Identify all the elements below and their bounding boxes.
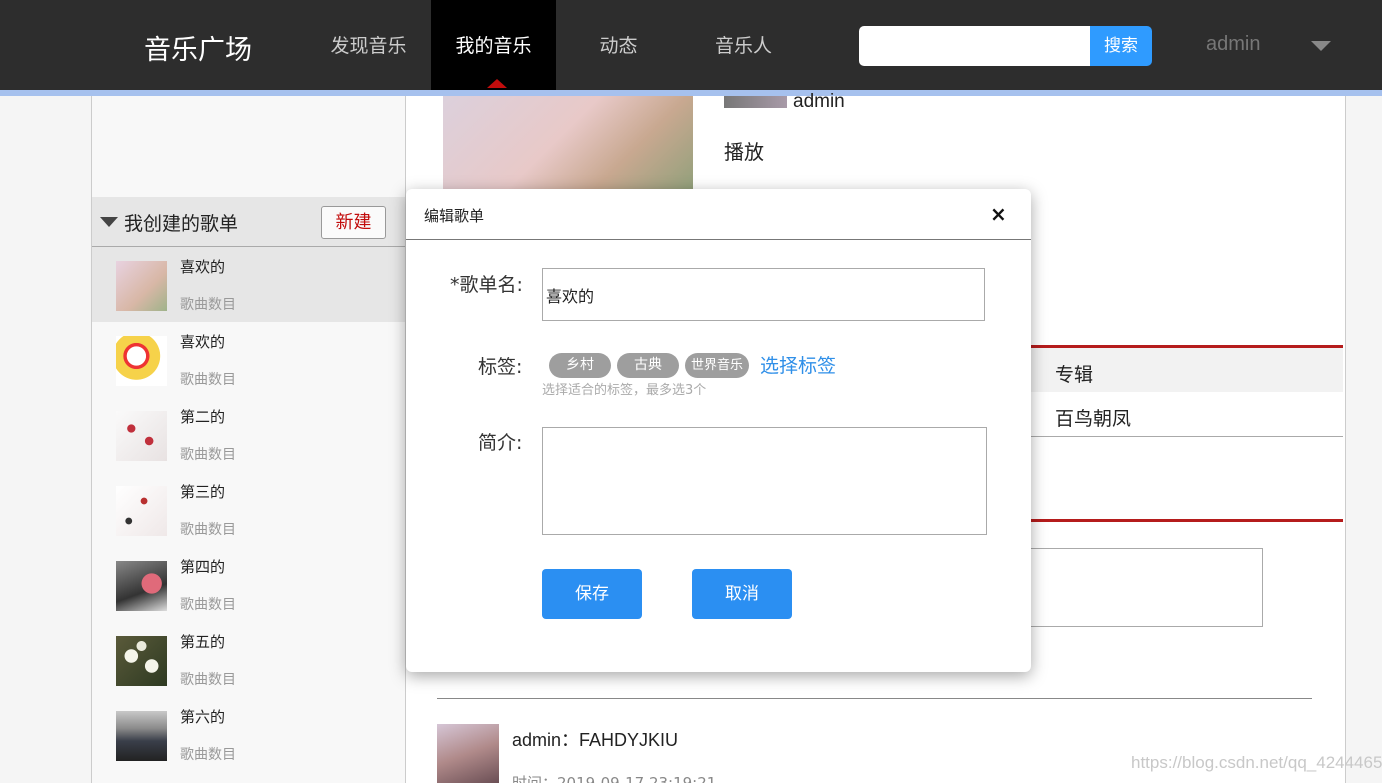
- playlist-name: 第三的: [180, 483, 226, 501]
- cancel-button[interactable]: 取消: [692, 569, 792, 619]
- my-playlists-header[interactable]: 我创建的歌单 新建: [92, 197, 405, 247]
- comment-input[interactable]: [1030, 548, 1263, 627]
- playlist-name: 第五的: [180, 633, 226, 651]
- save-button[interactable]: 保存: [542, 569, 642, 619]
- playlist-cover-large: [443, 96, 693, 196]
- playlist-item[interactable]: 喜欢的 歌曲数目: [92, 322, 405, 397]
- playlist-cover: [116, 561, 167, 611]
- intro-textarea[interactable]: [542, 427, 987, 535]
- comment-text: admin：FAHDYJKIU: [512, 730, 679, 750]
- playlist-item[interactable]: 第三的 歌曲数目: [92, 472, 405, 547]
- playlist-item[interactable]: 第六的 歌曲数目: [92, 697, 405, 772]
- divider: [1030, 436, 1343, 437]
- playlist-count: 歌曲数目: [180, 372, 236, 388]
- tag-chip[interactable]: 世界音乐: [685, 353, 749, 378]
- watermark: https://blog.csdn.net/qq_42444651: [1131, 753, 1382, 772]
- playlist-name-label: *歌单名:: [450, 274, 523, 296]
- caret-down-icon[interactable]: [100, 217, 118, 227]
- playlist-cover: [116, 261, 167, 311]
- playlist-count: 歌曲数目: [180, 672, 236, 688]
- playlist-name: 喜欢的: [180, 258, 226, 276]
- nav-my-music[interactable]: 我的音乐: [431, 0, 556, 90]
- playlist-count: 歌曲数目: [180, 747, 236, 763]
- album-column-header: 专辑: [1055, 364, 1094, 386]
- playlist-item[interactable]: 喜欢的 歌曲数目: [92, 247, 405, 322]
- top-nav-bar: 音乐广场 发现音乐 我的音乐 动态 音乐人 搜索 admin: [0, 0, 1382, 90]
- playlist-cover: [116, 486, 167, 536]
- playlist-item[interactable]: 第二的 歌曲数目: [92, 397, 405, 472]
- nav-musicians[interactable]: 音乐人: [681, 0, 806, 90]
- tag-chip[interactable]: 乡村: [549, 353, 611, 378]
- my-playlists-title: 我创建的歌单: [124, 213, 239, 235]
- playlist-item[interactable]: 第五的 歌曲数目: [92, 622, 405, 697]
- divider: [1030, 519, 1343, 522]
- nav-activity[interactable]: 动态: [556, 0, 681, 90]
- close-icon[interactable]: ×: [990, 202, 1007, 226]
- avatar: [437, 724, 499, 783]
- select-tags-link[interactable]: 选择标签: [760, 351, 836, 378]
- tags-label: 标签:: [478, 356, 523, 378]
- search-input[interactable]: [859, 26, 1090, 66]
- playlist-cover: [116, 711, 167, 761]
- playlist-name: 第四的: [180, 558, 226, 576]
- playlist-count: 歌曲数目: [180, 297, 236, 313]
- search-button[interactable]: 搜索: [1090, 26, 1152, 66]
- comment-time: 时间：2019-09-17 23:19:21: [512, 774, 717, 783]
- nav-discover-music[interactable]: 发现音乐: [306, 0, 431, 90]
- play-button[interactable]: 播放: [724, 136, 764, 165]
- user-name[interactable]: admin: [1206, 33, 1260, 56]
- edit-playlist-dialog: 编辑歌单 × *歌单名: 标签: 乡村 古典 世界音乐 选择标签 选择适合的标签…: [406, 189, 1031, 672]
- playlist-count: 歌曲数目: [180, 597, 236, 613]
- chevron-down-icon[interactable]: [1311, 41, 1331, 51]
- avatar[interactable]: [724, 96, 787, 108]
- playlist-cover: [116, 411, 167, 461]
- intro-label: 简介:: [478, 432, 523, 454]
- playlist-name-input[interactable]: [542, 268, 985, 321]
- playlist-name: 喜欢的: [180, 333, 226, 351]
- creator-name[interactable]: admin: [793, 91, 845, 113]
- playlist-count: 歌曲数目: [180, 447, 236, 463]
- dialog-title: 编辑歌单: [424, 207, 485, 225]
- divider: [437, 698, 1312, 699]
- playlist-name: 第二的: [180, 408, 226, 426]
- brand-title[interactable]: 音乐广场: [144, 28, 252, 67]
- playlist-cover: [116, 336, 167, 386]
- tag-chip[interactable]: 古典: [617, 353, 679, 378]
- playlist-cover: [116, 636, 167, 686]
- tags-hint: 选择适合的标签，最多选3个: [542, 383, 707, 398]
- divider: [406, 239, 1031, 240]
- playlist-count: 歌曲数目: [180, 522, 236, 538]
- playlist-item[interactable]: 第四的 歌曲数目: [92, 547, 405, 622]
- new-playlist-button[interactable]: 新建: [321, 206, 386, 239]
- album-cell[interactable]: 百鸟朝凤: [1055, 404, 1131, 431]
- playlist-name: 第六的: [180, 708, 226, 726]
